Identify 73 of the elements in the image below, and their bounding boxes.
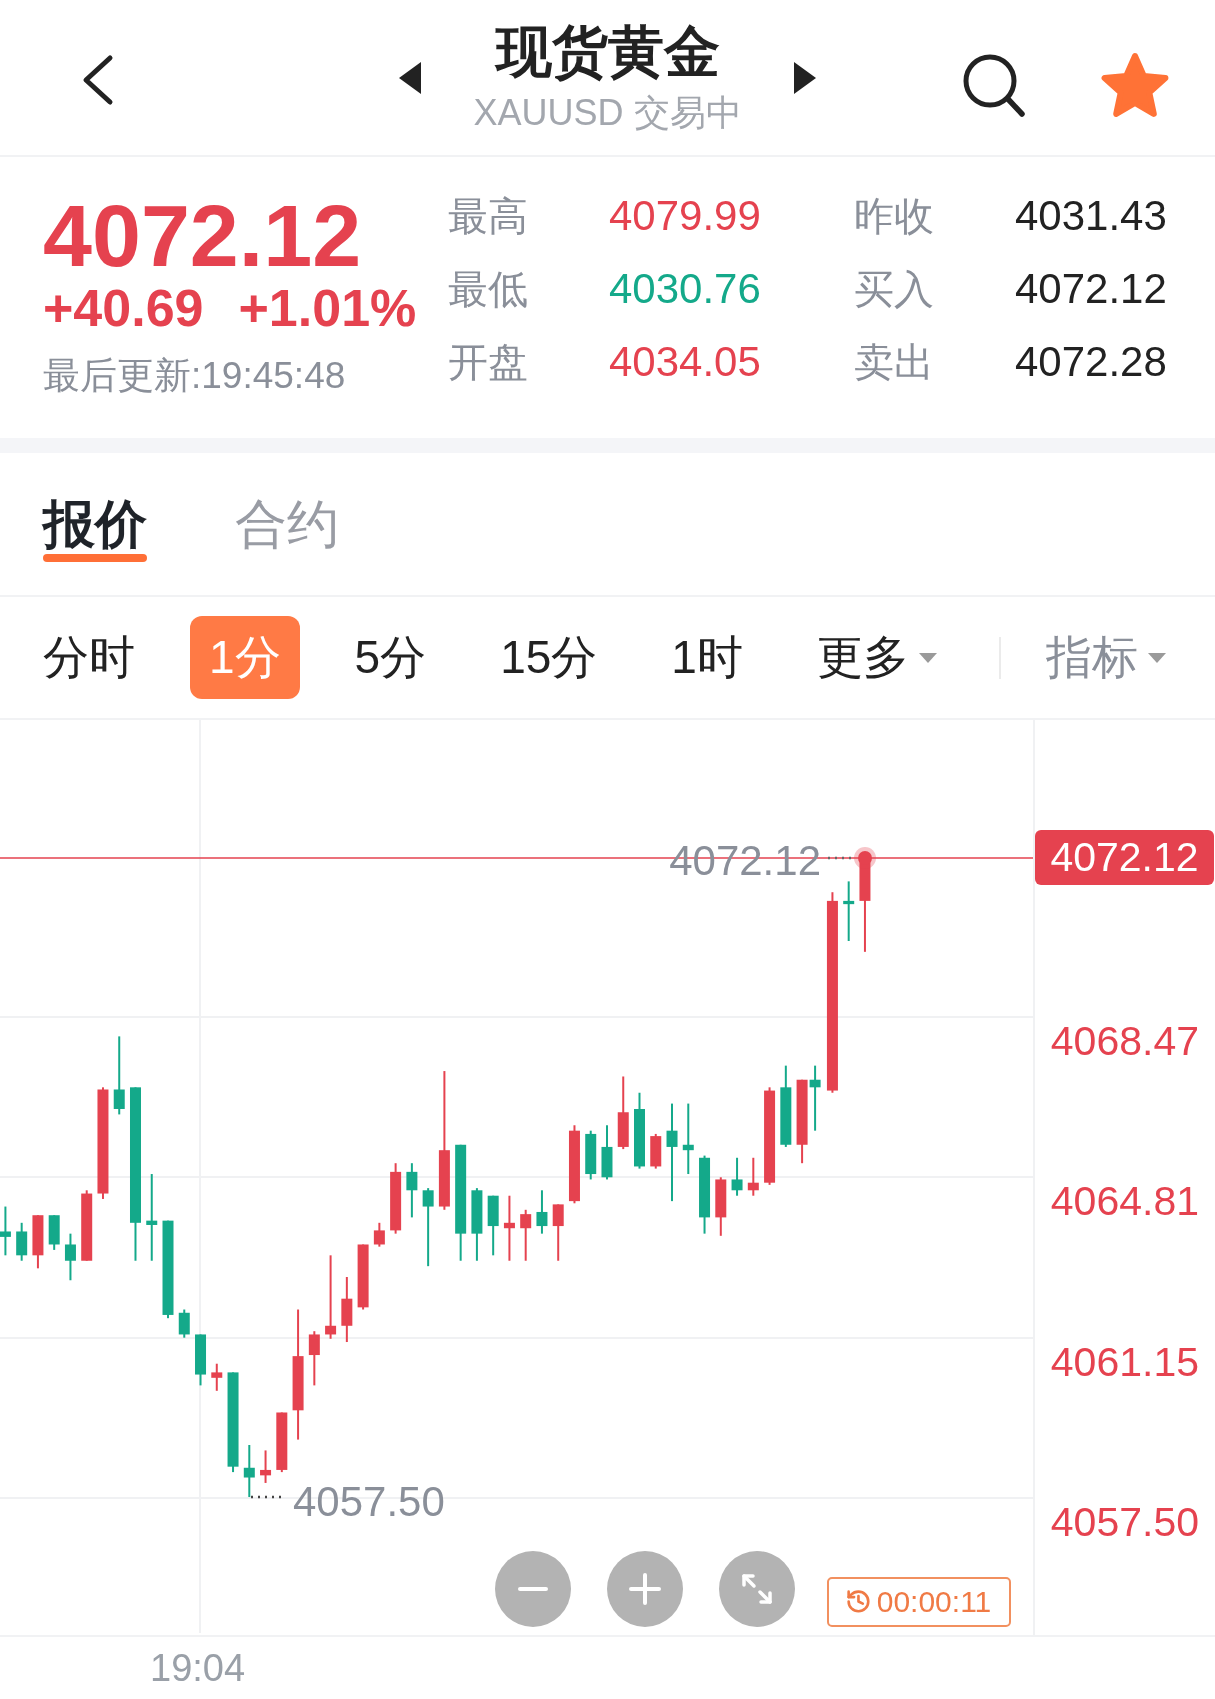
candle: [552, 1203, 564, 1262]
candle: [357, 1243, 369, 1311]
caret-icon: [918, 652, 937, 663]
stat-label: 卖出: [854, 338, 934, 386]
candle: [715, 1176, 727, 1237]
candle: [211, 1362, 223, 1392]
candle: [650, 1132, 662, 1170]
axis-label: 4057.50: [1050, 1497, 1199, 1546]
stat-label: 最低: [448, 265, 528, 313]
stat-value: 4034.05: [609, 337, 761, 386]
period-tab[interactable]: 15分: [481, 616, 617, 699]
candle: [731, 1156, 743, 1197]
stat-value: 4072.12: [1015, 264, 1167, 313]
candle: [195, 1333, 206, 1387]
candle: [16, 1221, 28, 1262]
candle: [809, 1064, 821, 1132]
price-change: +40.69: [43, 280, 204, 336]
caret-icon: [1148, 652, 1166, 663]
period-tab[interactable]: 分时: [24, 616, 154, 699]
candle: [260, 1449, 272, 1484]
axis-label: 4064.81: [1050, 1177, 1199, 1226]
stat-label: 最高: [448, 192, 528, 240]
stat-value: 4030.76: [609, 264, 761, 313]
candle: [585, 1129, 597, 1181]
expand-arrows-icon: [741, 1573, 773, 1605]
candle: [487, 1194, 499, 1257]
axis-label: 4068.47: [1050, 1017, 1199, 1065]
candle: [0, 1205, 11, 1257]
star-icon[interactable]: [1099, 51, 1171, 119]
candle: [341, 1276, 353, 1344]
candle: [276, 1411, 288, 1474]
candle: [747, 1156, 759, 1197]
period-tab[interactable]: 1时: [652, 616, 762, 699]
triangle-right-icon[interactable]: [793, 62, 816, 94]
dot-icon: [854, 847, 876, 869]
stat-label: 昨收: [854, 192, 934, 240]
stat-value: 4079.99: [609, 191, 761, 240]
axis-label: 4061.15: [1050, 1337, 1199, 1386]
stat-label: 买入: [854, 265, 934, 313]
candle: [64, 1232, 76, 1282]
search-icon[interactable]: [962, 52, 1026, 118]
chevron-left-icon[interactable]: [81, 54, 115, 106]
stat-label: 开盘: [448, 338, 528, 386]
percent-change: +1.01%: [238, 280, 417, 336]
stat-value: 4031.43: [1015, 191, 1167, 240]
period-tab[interactable]: 更多: [797, 616, 956, 699]
candle: [503, 1194, 515, 1262]
candle: [520, 1208, 532, 1262]
tab[interactable]: 报价: [43, 496, 147, 562]
candle: [178, 1308, 190, 1339]
update-time: 最后更新:19:45:48: [43, 354, 346, 398]
history-icon: [846, 1590, 871, 1614]
candle: [601, 1124, 613, 1181]
candle: [48, 1214, 60, 1251]
timer-text: 00:00:11: [876, 1585, 992, 1619]
period-tab[interactable]: 5分: [335, 616, 446, 699]
subtitle: XAUUSD 交易中: [473, 91, 742, 135]
candle: [243, 1444, 255, 1499]
candle: [536, 1189, 548, 1235]
candle: [308, 1330, 320, 1387]
plus-icon: [629, 1573, 661, 1605]
low-price-label: 4057.50: [293, 1478, 445, 1525]
triangle-left-icon[interactable]: [399, 62, 422, 94]
time-axis-label: 19:04: [150, 1646, 246, 1690]
candle: [373, 1221, 385, 1248]
last-price: 4072.12: [43, 192, 362, 280]
candle: [406, 1162, 418, 1219]
candle: [843, 880, 855, 942]
window-title: 现货黄金: [495, 21, 720, 83]
minus-icon: [518, 1587, 548, 1591]
last-price-tag: 4072.12: [1035, 830, 1214, 885]
candle: [32, 1214, 44, 1270]
stat-value: 4072.28: [1015, 337, 1167, 386]
